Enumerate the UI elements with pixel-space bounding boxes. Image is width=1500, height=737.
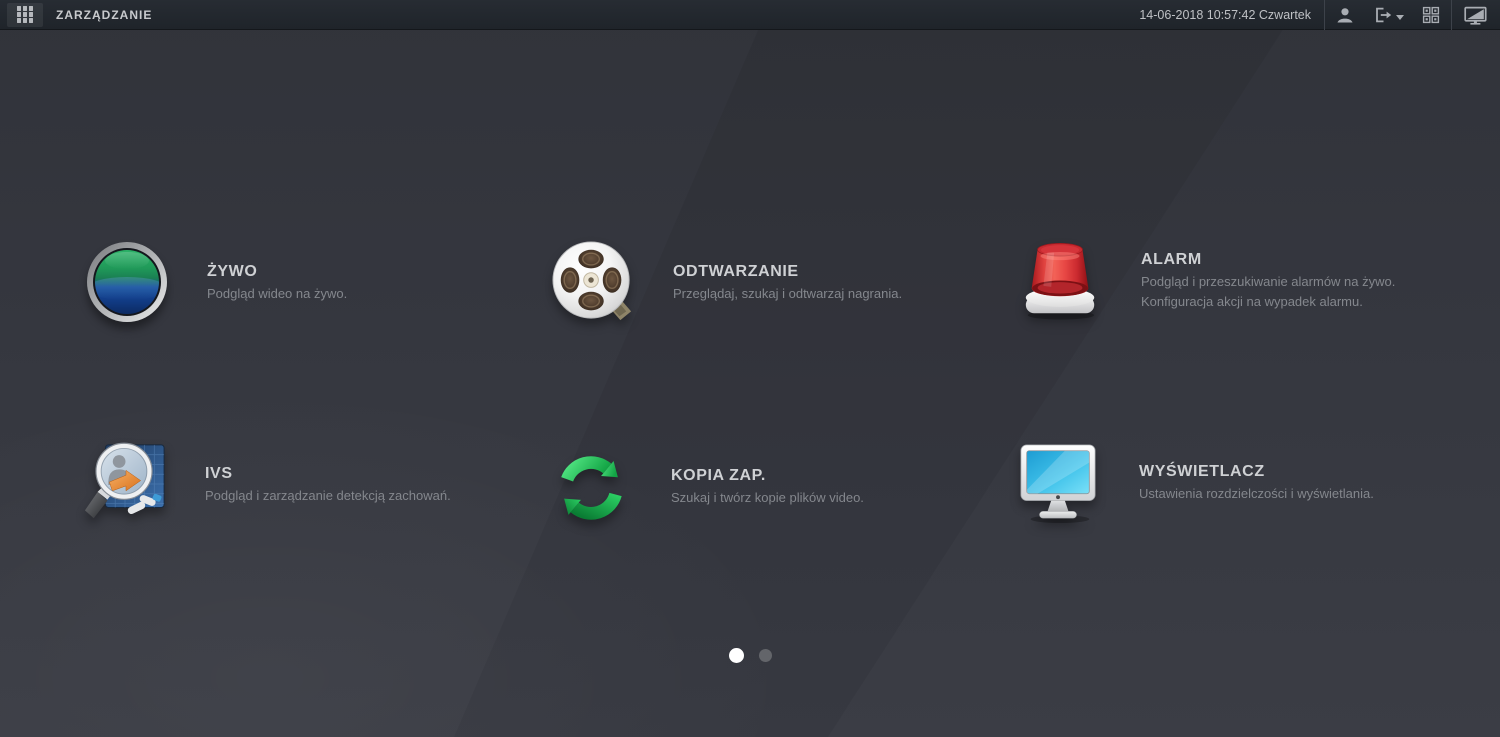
- page-dot-2[interactable]: [758, 648, 772, 662]
- alarm-siren-icon: [1018, 236, 1104, 324]
- tile-playback[interactable]: ODTWARZANIE Przeglądaj, szukaj i odtwarz…: [550, 236, 902, 328]
- page-title: ZARZĄDZANIE: [56, 7, 153, 22]
- logout-button[interactable]: [1365, 0, 1411, 30]
- background-diagonal-band: [454, 0, 1302, 737]
- tile-backup[interactable]: KOPIA ZAP. Szukaj i twórz kopie plików v…: [548, 440, 864, 532]
- datetime: 14-06-2018 10:57:42 Czwartek: [1139, 7, 1311, 22]
- display-monitor-icon: [1016, 438, 1102, 526]
- user-icon: [1337, 7, 1353, 22]
- apps-menu-button[interactable]: [7, 2, 43, 27]
- top-bar: ZARZĄDZANIE 14-06-2018 10:57:42 Czwartek: [0, 0, 1500, 30]
- logout-caret-icon: [1395, 14, 1404, 20]
- apps-grid-icon: [16, 6, 34, 23]
- backup-sync-icon: [548, 442, 634, 530]
- ivs-magnifier-icon: [82, 440, 168, 528]
- tile-live-view[interactable]: ŻYWO Podgląd wideo na żywo.: [84, 236, 347, 328]
- tile-alarm[interactable]: ALARM Podgląd i przeszukiwanie alarmów n…: [1018, 234, 1395, 326]
- tile-title: WYŚWIETLACZ: [1139, 462, 1265, 480]
- pagination: [0, 646, 1500, 664]
- management-home-screen: ZARZĄDZANIE 14-06-2018 10:57:42 Czwartek: [0, 0, 1500, 737]
- user-button[interactable]: [1325, 0, 1365, 30]
- qr-code-icon: [1422, 6, 1440, 23]
- background-glow: [0, 0, 1500, 737]
- page-dot-1[interactable]: [728, 647, 744, 663]
- tile-title: ODTWARZANIE: [673, 262, 799, 280]
- tile-title: ŻYWO: [207, 262, 258, 280]
- top-bar-right: 14-06-2018 10:57:42 Czwartek: [1139, 0, 1500, 30]
- tile-display[interactable]: WYŚWIETLACZ Ustawienia rozdzielczości i …: [1016, 436, 1374, 528]
- tile-desc-line2: Konfiguracja akcji na wypadek alarmu.: [1141, 294, 1363, 309]
- tile-title: KOPIA ZAP.: [671, 466, 766, 484]
- tile-desc: Podgląd wideo na żywo.: [207, 285, 348, 301]
- display-switch-button[interactable]: [1452, 0, 1500, 30]
- tile-desc: Szukaj i twórz kopie plików video.: [671, 489, 864, 505]
- tile-desc: Podgląd i zarządzanie detekcją zachowań.: [205, 487, 451, 503]
- tile-title: ALARM: [1141, 250, 1202, 268]
- playback-reel-icon: [550, 238, 636, 326]
- qr-button[interactable]: [1411, 0, 1451, 30]
- tile-desc: Przeglądaj, szukaj i odtwarzaj nagrania.: [673, 285, 903, 301]
- logout-icon: [1375, 7, 1391, 22]
- tile-desc: Podgląd i przeszukiwanie alarmów na żywo…: [1141, 273, 1396, 289]
- live-view-icon: [84, 238, 170, 326]
- tile-title: IVS: [205, 464, 233, 482]
- tile-desc: Ustawienia rozdzielczości i wyświetlania…: [1139, 485, 1374, 501]
- tile-ivs[interactable]: IVS Podgląd i zarządzanie detekcją zacho…: [82, 438, 451, 530]
- display-switch-icon: [1464, 6, 1487, 25]
